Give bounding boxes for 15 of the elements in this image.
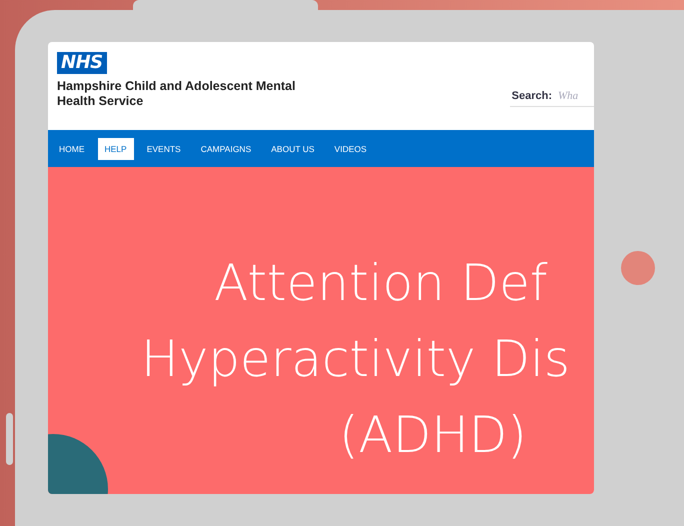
nav-tab[interactable]: HOME xyxy=(52,138,92,160)
nav-tab[interactable]: VIDEOS xyxy=(327,138,374,160)
nav-tab[interactable]: CAMPAIGNS xyxy=(194,138,258,160)
search-label: Search: xyxy=(512,90,552,102)
power-button[interactable] xyxy=(133,0,318,10)
side-button[interactable] xyxy=(6,413,13,465)
nhs-logo: NHS xyxy=(57,52,107,74)
home-button[interactable] xyxy=(621,251,655,285)
hero-title-line: (ADHD) xyxy=(339,405,527,466)
nav-tab[interactable]: EVENTS xyxy=(140,138,188,160)
hero-title-line: Hyperactivity Dis xyxy=(141,329,570,390)
site-title: Hampshire Child and Adolescent Mental Health Service xyxy=(57,79,296,109)
nav-tab[interactable]: HELP xyxy=(98,138,134,160)
nav-tab[interactable]: ABOUT US xyxy=(264,138,322,160)
hero-title-line: Attention Def xyxy=(214,253,548,314)
